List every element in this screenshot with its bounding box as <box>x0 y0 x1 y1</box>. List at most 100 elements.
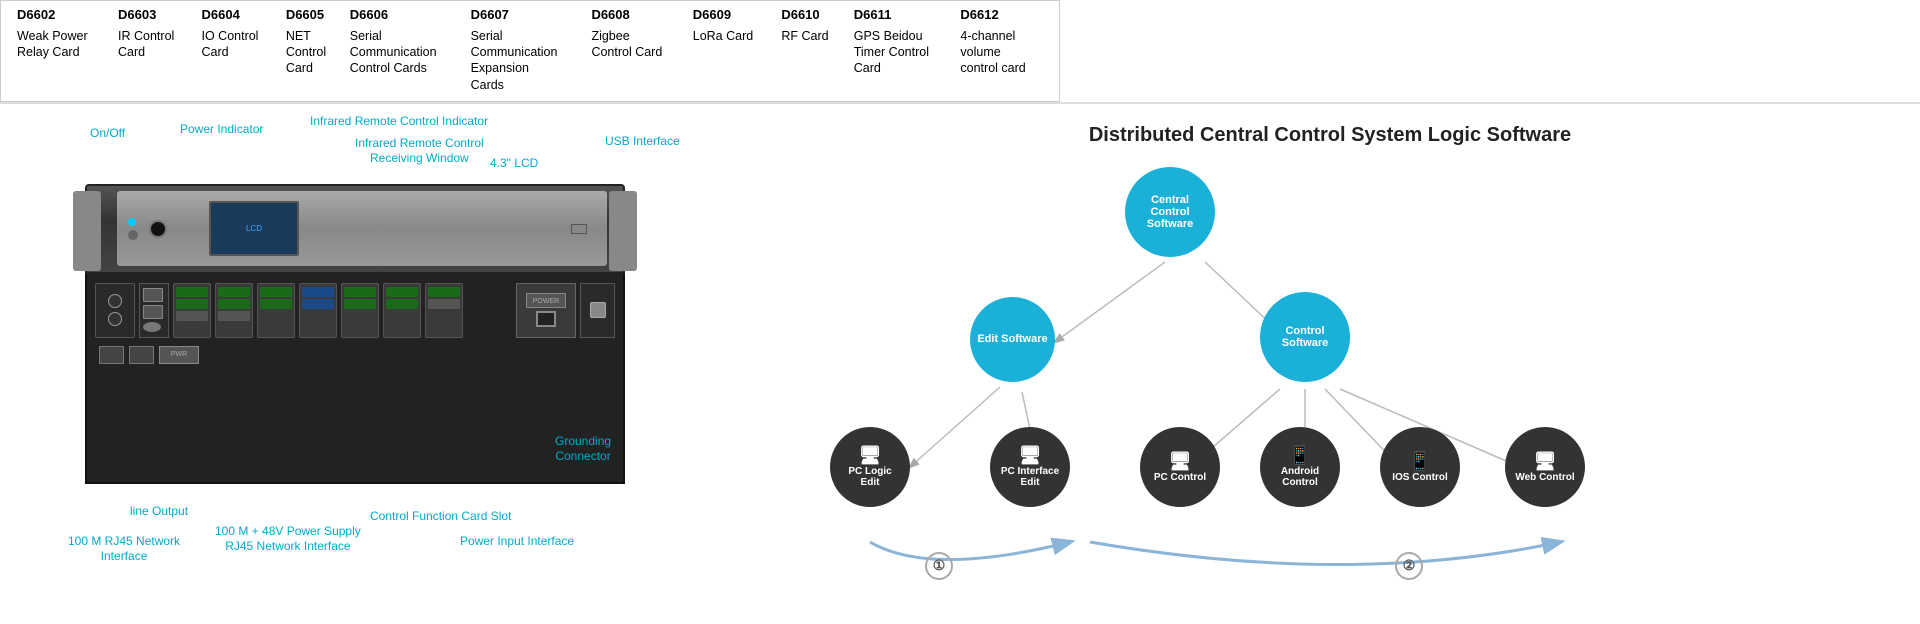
table-header-row: D6602 D6603 D6604 D6605 D6606 D6607 D660… <box>11 5 1049 26</box>
left-hardware-diagram: On/Off Power Indicator Infrared Remote C… <box>0 104 740 592</box>
logic-title: Distributed Central Control System Logic… <box>770 124 1890 147</box>
port-green-6 <box>260 299 292 309</box>
subtitle-d6607: SerialCommunicationExpansionCards <box>465 26 586 95</box>
label-control-function: Control Function Card Slot <box>370 509 511 525</box>
port-green-2 <box>176 299 208 309</box>
rj45-port-2 <box>143 305 163 319</box>
col-d6608: D6608 <box>585 5 686 26</box>
antenna-connector <box>143 322 161 332</box>
port-green-8 <box>344 299 376 309</box>
label-infrared-indicator: Infrared Remote Control Indicator <box>310 114 488 130</box>
subtitle-d6609: LoRa Card <box>687 26 776 95</box>
col-d6604: D6604 <box>196 5 280 26</box>
card-slot-3 <box>257 283 295 338</box>
power-section: POWER <box>516 283 576 338</box>
subtitle-d6603: IR ControlCard <box>112 26 195 95</box>
network-port-1 <box>99 346 124 364</box>
label-line-output: line Output <box>130 504 188 520</box>
card-slots-row: POWER <box>95 283 615 338</box>
node-android-control: 📱 AndroidControl <box>1260 427 1340 507</box>
label-power-indicator: Power Indicator <box>180 122 263 138</box>
phone-icon: 📱 <box>1392 451 1448 472</box>
card-slot-2 <box>215 283 253 338</box>
power-led <box>128 218 136 226</box>
port-green-11 <box>428 287 460 297</box>
node-ios-control: 📱 IOS Control <box>1380 427 1460 507</box>
port-green-9 <box>386 287 418 297</box>
logic-canvas: CentralControlSoftware Edit Software Con… <box>770 157 1890 587</box>
right-logic-diagram: Distributed Central Control System Logic… <box>740 104 1920 592</box>
port-green-7 <box>344 287 376 297</box>
col-d6609: D6609 <box>687 5 776 26</box>
col-d6611: D6611 <box>848 5 955 26</box>
lcd-screen: LCD <box>209 201 299 256</box>
circle-num-1: ① <box>925 552 953 580</box>
grounding-area <box>580 283 615 338</box>
subtitle-d6602: Weak PowerRelay Card <box>11 26 112 95</box>
port-green-10 <box>386 299 418 309</box>
label-usb: USB Interface <box>605 134 680 150</box>
port-gray-1 <box>176 311 208 321</box>
power-input-connector: PWR <box>159 346 199 364</box>
port-green-1 <box>176 287 208 297</box>
audio-jack-1 <box>108 294 122 308</box>
middle-section: On/Off Power Indicator Infrared Remote C… <box>0 102 1920 592</box>
label-on-off: On/Off <box>90 126 125 142</box>
usb-port <box>571 224 587 234</box>
node-web-control: 🖥 Web Control <box>1505 427 1585 507</box>
subtitle-d6604: IO ControlCard <box>196 26 280 95</box>
label-power-input: Power Input Interface <box>460 534 574 550</box>
col-d6602: D6602 <box>11 5 112 26</box>
port-blue-2 <box>302 299 334 309</box>
monitor-icon-3: 🖥 <box>1154 451 1206 472</box>
monitor-icon-1: 🖥 <box>848 445 891 466</box>
rj45-group <box>139 283 169 338</box>
subtitle-d6611: GPS BeidouTimer ControlCard <box>848 26 955 95</box>
label-infrared-window: Infrared Remote ControlReceiving Window <box>355 136 484 167</box>
port-green-5 <box>260 287 292 297</box>
grounding-connector <box>590 302 606 318</box>
label-lcd: 4.3" LCD <box>490 156 538 172</box>
node-control-software: ControlSoftware <box>1260 292 1350 382</box>
unit-bottom: POWER PWR <box>85 274 625 484</box>
rj45-port-1 <box>143 288 163 302</box>
subtitle-d6610: RF Card <box>775 26 847 95</box>
col-d6603: D6603 <box>112 5 195 26</box>
port-gray-3 <box>428 299 460 309</box>
card-slot-4 <box>299 283 337 338</box>
node-edit-software: Edit Software <box>970 297 1055 382</box>
power-socket <box>536 311 556 327</box>
ear-left <box>73 191 101 271</box>
node-pc-interface-edit: 🖥 PC InterfaceEdit <box>990 427 1070 507</box>
node-pc-logic-edit: 🖥 PC LogicEdit <box>830 427 910 507</box>
subtitle-d6605: NETControlCard <box>280 26 344 95</box>
unit-top: LCD <box>85 184 625 274</box>
port-green-4 <box>218 299 250 309</box>
table-subtitle-row: Weak PowerRelay Card IR ControlCard IO C… <box>11 26 1049 95</box>
network-port-2 <box>129 346 154 364</box>
monitor-icon-4: 🖥 <box>1515 451 1574 472</box>
port-green-3 <box>218 287 250 297</box>
port-gray-2 <box>218 311 250 321</box>
col-d6610: D6610 <box>775 5 847 26</box>
audio-jack-2 <box>108 312 122 326</box>
top-table: D6602 D6603 D6604 D6605 D6606 D6607 D660… <box>0 0 1060 102</box>
ir-window <box>149 220 167 238</box>
onoff-button[interactable] <box>128 230 138 240</box>
power-label: POWER <box>526 293 566 308</box>
col-d6605: D6605 <box>280 5 344 26</box>
monitor-icon-2: 🖥 <box>1001 445 1059 466</box>
bottom-interface-row: PWR <box>95 346 615 364</box>
label-power-supply-rj45: 100 M + 48V Power SupplyRJ45 Network Int… <box>215 524 361 555</box>
audio-outputs <box>95 283 135 338</box>
port-blue-1 <box>302 287 334 297</box>
label-rj45-100m: 100 M RJ45 NetworkInterface <box>68 534 180 565</box>
node-pc-control: 🖥 PC Control <box>1140 427 1220 507</box>
circle-num-2: ② <box>1395 552 1423 580</box>
card-slot-7 <box>425 283 463 338</box>
tablet-icon: 📱 <box>1281 445 1319 466</box>
col-d6606: D6606 <box>344 5 465 26</box>
subtitle-d6612: 4-channelvolumecontrol card <box>954 26 1049 95</box>
card-slot-5 <box>341 283 379 338</box>
col-d6607: D6607 <box>465 5 586 26</box>
